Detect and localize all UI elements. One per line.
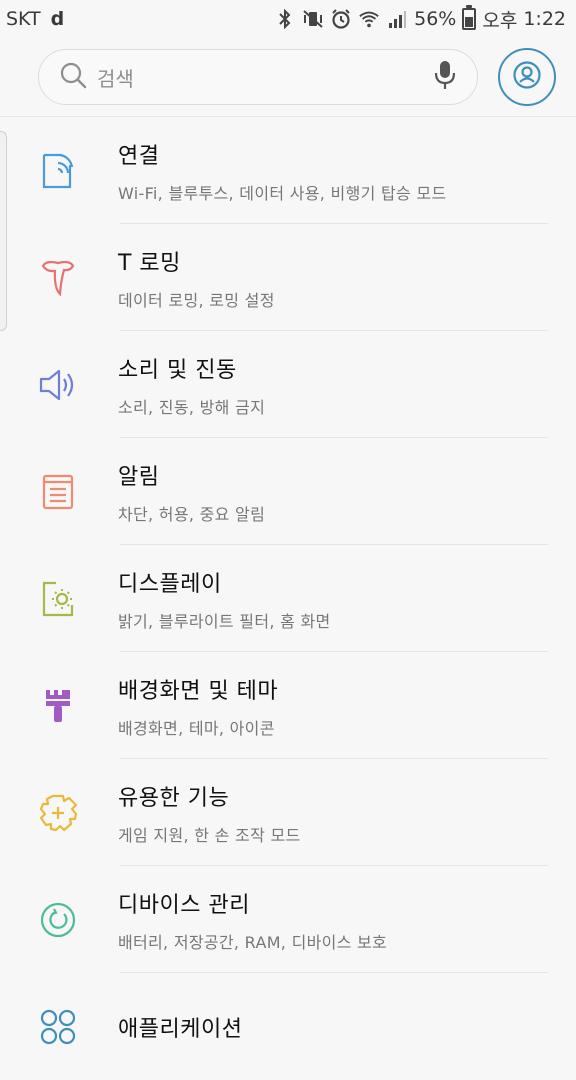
advanced-features-icon: [0, 793, 118, 833]
settings-item-apps[interactable]: 애플리케이션: [0, 973, 576, 1080]
settings-item-device-maintenance[interactable]: 디바이스 관리 배터리, 저장공간, RAM, 디바이스 보호: [0, 866, 576, 973]
item-subtitle: Wi-Fi, 블루투스, 데이터 사용, 비행기 탑승 모드: [118, 183, 447, 203]
settings-item-t-roaming[interactable]: T 로밍 데이터 로밍, 로밍 설정: [0, 224, 576, 331]
device-maintenance-icon: [0, 900, 118, 940]
clock-time: 1:22: [523, 8, 566, 30]
item-title: T 로밍: [118, 250, 181, 276]
wifi-icon: [358, 8, 380, 30]
settings-list: 연결 Wi-Fi, 블루투스, 데이터 사용, 비행기 탑승 모드 T 로밍 데…: [0, 117, 576, 1080]
battery-icon: [462, 5, 477, 30]
search-bar[interactable]: 검색: [38, 49, 478, 105]
item-title: 배경화면 및 테마: [118, 678, 279, 704]
carrier-label: SKT: [6, 8, 41, 30]
item-title: 소리 및 진동: [118, 357, 237, 383]
vibrate-mute-icon: [302, 8, 324, 30]
status-bar: SKT d 56% 오후 1:22: [0, 0, 576, 38]
t-roaming-icon: [0, 258, 118, 298]
item-title: 디바이스 관리: [118, 892, 250, 918]
item-title: 애플리케이션: [118, 1016, 243, 1042]
microphone-icon[interactable]: [433, 59, 457, 95]
settings-item-wallpapers-themes[interactable]: 배경화면 및 테마 배경화면, 테마, 아이콘: [0, 652, 576, 759]
settings-item-notifications[interactable]: 알림 차단, 허용, 중요 알림: [0, 438, 576, 545]
item-subtitle: 데이터 로밍, 로밍 설정: [118, 290, 275, 310]
settings-item-display[interactable]: 디스플레이 밝기, 블루라이트 필터, 홈 화면: [0, 545, 576, 652]
apps-icon: [0, 1007, 118, 1047]
item-subtitle: 차단, 허용, 중요 알림: [118, 504, 266, 524]
profile-button[interactable]: [498, 48, 556, 106]
speaker-icon: [0, 367, 118, 403]
display-icon: [0, 579, 118, 619]
item-subtitle: 배터리, 저장공간, RAM, 디바이스 보호: [118, 932, 388, 952]
time-ampm: 오후: [482, 9, 518, 32]
signal-icon: [386, 8, 408, 30]
search-icon: [59, 61, 87, 93]
item-title: 알림: [118, 464, 160, 490]
connection-icon: [0, 151, 118, 191]
item-subtitle: 게임 지원, 한 손 조작 모드: [118, 825, 301, 845]
notification-icon: [0, 473, 118, 511]
item-title: 유용한 기능: [118, 785, 230, 811]
bluetooth-icon: [274, 8, 296, 30]
item-subtitle: 소리, 진동, 방해 금지: [118, 397, 266, 417]
search-row: 검색: [0, 38, 576, 116]
item-subtitle: 밝기, 블루라이트 필터, 홈 화면: [118, 611, 331, 631]
settings-item-advanced-features[interactable]: 유용한 기능 게임 지원, 한 손 조작 모드: [0, 759, 576, 866]
search-placeholder: 검색: [97, 66, 134, 91]
item-title: 연결: [118, 143, 160, 169]
alarm-icon: [330, 8, 352, 30]
settings-item-sound[interactable]: 소리 및 진동 소리, 진동, 방해 금지: [0, 331, 576, 438]
item-title: 디스플레이: [118, 571, 222, 597]
settings-item-connections[interactable]: 연결 Wi-Fi, 블루투스, 데이터 사용, 비행기 탑승 모드: [0, 117, 576, 224]
item-subtitle: 배경화면, 테마, 아이콘: [118, 718, 275, 738]
carrier-badge: d: [50, 8, 65, 30]
profile-icon: [512, 60, 542, 94]
battery-percent: 56%: [414, 8, 457, 30]
theme-brush-icon: [0, 686, 118, 726]
